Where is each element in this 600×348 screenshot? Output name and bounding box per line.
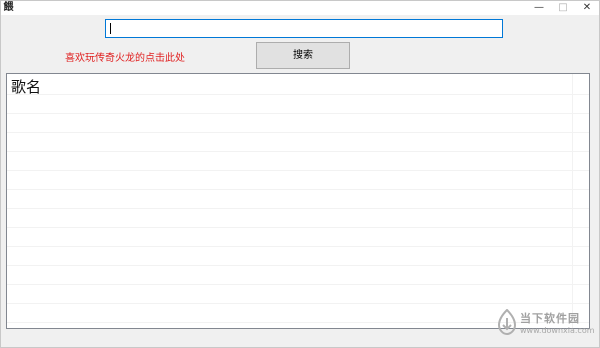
grid-line [7, 265, 589, 266]
grid-line [7, 94, 589, 95]
downxia-logo-icon [497, 309, 517, 335]
column-divider [572, 74, 573, 328]
search-input[interactable] [105, 19, 503, 38]
title-bar[interactable]: 餵 — □ ✕ [1, 1, 599, 15]
search-button[interactable]: 搜索 [256, 42, 350, 69]
minimize-button[interactable]: — [527, 1, 551, 15]
close-button[interactable]: ✕ [575, 1, 599, 15]
grid-line [7, 303, 589, 304]
app-icon: 餵 [3, 2, 14, 13]
watermark-name: 当下软件园 [520, 312, 580, 325]
grid-line [7, 227, 589, 228]
grid-line [7, 246, 589, 247]
promo-link[interactable]: 喜欢玩传奇火龙的点击此处 [65, 49, 185, 64]
results-list[interactable]: 歌名 [6, 73, 590, 329]
grid-line [7, 170, 589, 171]
text-caret [110, 23, 111, 34]
grid-line [7, 208, 589, 209]
grid-line [7, 284, 589, 285]
grid-line [7, 113, 589, 114]
app-window: 餵 — □ ✕ 喜欢玩传奇火龙的点击此处 搜索 歌名 当下软件园 www.dow… [0, 0, 600, 348]
grid-line [7, 151, 589, 152]
watermark: 当下软件园 www.downxia.com [496, 307, 596, 341]
maximize-button[interactable]: □ [551, 1, 575, 15]
grid-line [7, 189, 589, 190]
grid-line [7, 132, 589, 133]
watermark-url: www.downxia.com [520, 326, 595, 335]
